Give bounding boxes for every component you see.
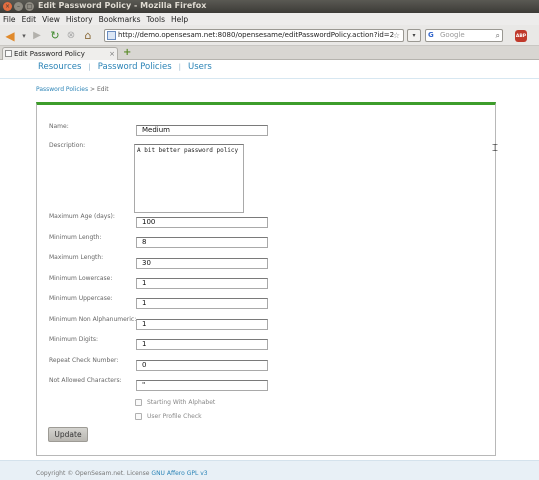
- user-profile-check-option: User Profile Check: [135, 413, 202, 420]
- starting-with-alphabet-checkbox[interactable]: [135, 399, 142, 406]
- back-button[interactable]: ◀: [3, 28, 17, 43]
- user-profile-check-label: User Profile Check: [147, 413, 202, 420]
- stop-icon: ⊗: [66, 30, 76, 41]
- minimum-lowercase-field[interactable]: 1: [136, 278, 268, 289]
- tab-bar: Edit Password Policy × +: [0, 46, 539, 60]
- menu-history[interactable]: History: [66, 15, 93, 24]
- url-dropdown-button[interactable]: ▾: [407, 29, 421, 42]
- page-content: Resources | Password Policies | Users Pa…: [0, 60, 539, 480]
- maximum-length-label: Maximum Length:: [49, 254, 104, 261]
- nav-password-policies-link[interactable]: Password Policies: [98, 62, 172, 72]
- menu-file[interactable]: File: [3, 15, 16, 24]
- minimum-length-label: Minimum Length:: [49, 234, 102, 241]
- chevron-down-icon: ▾: [22, 31, 26, 40]
- divider: [0, 78, 539, 79]
- navigation-toolbar: ◀ ▾ ▶ ↻ ⊗ ⌂ http://demo.opensesam.net:80…: [0, 25, 539, 46]
- history-dropdown-button[interactable]: ▾: [19, 29, 29, 42]
- menu-edit[interactable]: Edit: [22, 15, 37, 24]
- menu-tools[interactable]: Tools: [147, 15, 165, 24]
- update-button[interactable]: Update: [48, 427, 88, 442]
- home-icon: ⌂: [84, 29, 92, 42]
- minimum-uppercase-label: Minimum Uppercase:: [49, 295, 113, 302]
- minimum-uppercase-field[interactable]: 1: [136, 298, 268, 309]
- forward-button[interactable]: ▶: [31, 29, 43, 42]
- site-favicon-icon: [107, 31, 116, 40]
- starting-with-alphabet-option: Starting With Alphabet: [135, 399, 215, 406]
- description-label: Description:: [49, 142, 86, 149]
- page-icon: [5, 50, 12, 57]
- license-link[interactable]: GNU Affero GPL v3: [151, 470, 207, 477]
- url-bar[interactable]: http://demo.opensesam.net:8080/opensesam…: [104, 29, 404, 42]
- name-field[interactable]: Medium: [136, 125, 268, 136]
- maximum-age-field[interactable]: 100: [136, 217, 268, 228]
- minimum-non-alphanumeric-field[interactable]: 1: [136, 319, 268, 330]
- minimum-length-field[interactable]: 8: [136, 237, 268, 248]
- forward-arrow-icon: ▶: [33, 30, 41, 41]
- description-field[interactable]: A bit better password policy: [134, 144, 244, 213]
- breadcrumb-current: Edit: [97, 86, 109, 93]
- google-icon: G: [428, 31, 434, 39]
- footer-text: Copyright © OpenSesam.net. License GNU A…: [36, 470, 208, 477]
- adblock-button[interactable]: ABP: [515, 30, 527, 42]
- nav-resources-link[interactable]: Resources: [38, 62, 81, 72]
- minimum-non-alphanumeric-label: Minimum Non Alphanumeric:: [49, 316, 137, 323]
- plus-icon: +: [123, 47, 132, 58]
- reload-icon: ↻: [50, 29, 60, 42]
- search-placeholder: Google: [440, 31, 465, 39]
- bookmark-star-icon[interactable]: ☆: [393, 30, 400, 41]
- nav-separator: |: [178, 63, 181, 71]
- starting-with-alphabet-label: Starting With Alphabet: [147, 399, 216, 406]
- repeat-check-number-field[interactable]: 0: [136, 360, 268, 371]
- user-profile-check-checkbox[interactable]: [135, 413, 142, 420]
- edit-policy-form: Name: Medium Description: A bit better p…: [36, 102, 496, 456]
- window-title: Edit Password Policy - Mozilla Firefox: [38, 1, 207, 10]
- not-allowed-characters-field[interactable]: ": [136, 380, 268, 391]
- home-button[interactable]: ⌂: [81, 29, 95, 42]
- tab-close-icon[interactable]: ×: [109, 48, 115, 60]
- search-input[interactable]: G Google ⌕: [425, 29, 503, 42]
- adblock-icon: ABP: [515, 33, 527, 39]
- menu-help[interactable]: Help: [171, 15, 188, 24]
- site-nav: Resources | Password Policies | Users: [38, 62, 212, 72]
- menu-bar: File Edit View History Bookmarks Tools H…: [0, 13, 539, 25]
- menu-view[interactable]: View: [42, 15, 60, 24]
- not-allowed-characters-label: Not Allowed Characters:: [49, 377, 122, 384]
- breadcrumb-separator: >: [90, 86, 96, 93]
- search-icon[interactable]: ⌕: [496, 30, 500, 41]
- reload-button[interactable]: ↻: [49, 29, 61, 42]
- maximum-length-field[interactable]: 30: [136, 258, 268, 269]
- window-controls: × – □: [3, 2, 34, 11]
- nav-separator: |: [88, 63, 91, 71]
- page-footer: Copyright © OpenSesam.net. License GNU A…: [0, 460, 539, 480]
- minimum-digits-field[interactable]: 1: [136, 339, 268, 350]
- stop-button[interactable]: ⊗: [65, 29, 77, 42]
- copyright-text: Copyright © OpenSesam.net. License: [36, 470, 150, 477]
- minimum-lowercase-label: Minimum Lowercase:: [49, 275, 113, 282]
- breadcrumb: Password Policies > Edit: [36, 86, 109, 93]
- chevron-down-icon: ▾: [412, 32, 416, 39]
- url-text: http://demo.opensesam.net:8080/opensesam…: [118, 31, 395, 39]
- window-maximize-button[interactable]: □: [25, 2, 34, 11]
- new-tab-button[interactable]: +: [123, 47, 131, 59]
- mouse-cursor-icon: ⌶: [492, 143, 498, 154]
- window-titlebar: × – □ Edit Password Policy - Mozilla Fir…: [0, 0, 539, 13]
- minimum-digits-label: Minimum Digits:: [49, 336, 98, 343]
- breadcrumb-link[interactable]: Password Policies: [36, 86, 88, 93]
- maximum-age-label: Maximum Age (days):: [49, 213, 115, 220]
- back-arrow-icon: ◀: [5, 28, 15, 43]
- window-minimize-button[interactable]: –: [14, 2, 23, 11]
- nav-users-link[interactable]: Users: [188, 62, 212, 72]
- tab-label: Edit Password Policy: [14, 50, 85, 58]
- name-label: Name:: [49, 123, 69, 130]
- menu-bookmarks[interactable]: Bookmarks: [99, 15, 141, 24]
- repeat-check-number-label: Repeat Check Number:: [49, 357, 119, 364]
- tab-edit-password-policy[interactable]: Edit Password Policy ×: [2, 47, 118, 60]
- window-close-button[interactable]: ×: [3, 2, 12, 11]
